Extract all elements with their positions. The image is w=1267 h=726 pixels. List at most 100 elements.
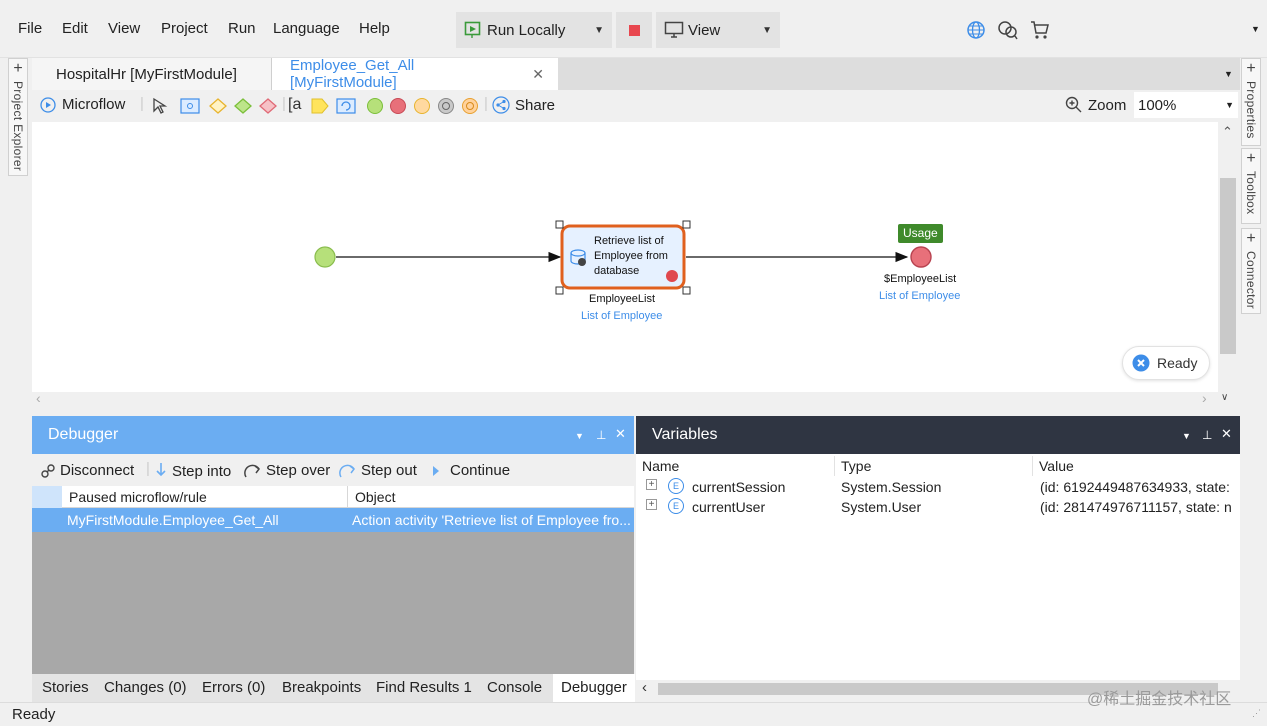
connector-rail[interactable]: + Connector xyxy=(1241,228,1261,314)
variable-name: currentSession xyxy=(692,479,786,495)
column-type[interactable]: Type xyxy=(841,458,871,474)
zoom-select[interactable]: 100% ▼ xyxy=(1134,92,1238,118)
step-into-button[interactable]: Step into xyxy=(154,462,231,480)
tab-debugger[interactable]: Debugger xyxy=(553,674,635,702)
menu-project[interactable]: Project xyxy=(161,20,208,37)
close-icon[interactable]: ✕ xyxy=(615,426,626,442)
column-value[interactable]: Value xyxy=(1039,458,1074,474)
menu-run[interactable]: Run xyxy=(228,20,256,37)
step-out-icon xyxy=(339,464,356,477)
activity-output-type: List of Employee xyxy=(581,310,663,322)
scroll-thumb[interactable] xyxy=(1220,178,1236,354)
menu-view[interactable]: View xyxy=(108,20,140,37)
variable-row[interactable]: + E currentUser System.User (id: 2814749… xyxy=(636,498,1240,518)
column-divider[interactable] xyxy=(834,456,835,476)
object-type-decision-icon[interactable] xyxy=(258,97,278,115)
share-button[interactable]: Share xyxy=(492,96,555,114)
chevron-down-icon[interactable]: ▼ xyxy=(762,25,772,36)
chevron-down-icon[interactable]: ▼ xyxy=(575,431,584,441)
expand-icon[interactable]: + xyxy=(646,499,657,510)
menu-help[interactable]: Help xyxy=(359,20,390,37)
annotation-tool[interactable]: [a xyxy=(288,96,301,114)
microflow-canvas[interactable]: Retrieve list of Employee from database … xyxy=(32,122,1218,392)
stop-button[interactable] xyxy=(616,12,652,48)
tab-breakpoints[interactable]: Breakpoints xyxy=(282,679,361,696)
column-paused-flow[interactable]: Paused microflow/rule xyxy=(69,489,207,505)
run-locally-button[interactable]: Run Locally ▼ xyxy=(456,12,612,48)
microflow-label: Microflow xyxy=(62,96,126,113)
decision-icon[interactable] xyxy=(233,97,253,115)
tab-hospitalhr[interactable]: HospitalHr [MyFirstModule] xyxy=(32,58,272,90)
tab-errors[interactable]: Errors (0) xyxy=(202,679,265,696)
project-explorer-label: Project Explorer xyxy=(11,81,25,172)
toolbar-separator: | xyxy=(282,95,286,112)
error-event-icon[interactable] xyxy=(461,97,479,115)
canvas-vertical-scrollbar[interactable]: ⌃ xyxy=(1218,122,1238,392)
chevron-down-icon[interactable]: ∨ xyxy=(1221,392,1228,403)
end-event-icon[interactable] xyxy=(389,97,407,115)
step-over-button[interactable]: Step over xyxy=(244,462,330,479)
toolbox-rail[interactable]: + Toolbox xyxy=(1241,148,1261,224)
pin-icon[interactable]: ⊥ xyxy=(596,428,606,442)
close-icon[interactable]: ✕ xyxy=(1221,426,1232,442)
chevron-right-icon[interactable]: › xyxy=(1202,390,1207,406)
cart-icon[interactable] xyxy=(1030,20,1050,40)
chevron-left-icon[interactable]: ‹ xyxy=(36,390,41,406)
parameter-icon[interactable] xyxy=(310,97,330,115)
chevron-down-icon[interactable]: ▼ xyxy=(1224,69,1233,79)
selection-handle[interactable] xyxy=(682,286,691,295)
zoom-control: Zoom xyxy=(1065,96,1126,114)
variable-row[interactable]: + E currentSession System.Session (id: 6… xyxy=(636,478,1240,498)
tab-changes[interactable]: Changes (0) xyxy=(104,679,187,696)
column-object[interactable]: Object xyxy=(355,489,395,505)
feedback-icon[interactable] xyxy=(997,20,1019,40)
ready-indicator: Ready xyxy=(1122,346,1210,380)
table-row[interactable]: MyFirstModule.Employee_Get_All Action ac… xyxy=(32,508,634,532)
zoom-in-icon[interactable] xyxy=(1065,96,1083,114)
column-divider[interactable] xyxy=(1032,456,1033,476)
tab-employee-get-all[interactable]: Employee_Get_All [MyFirstModule] ✕ xyxy=(272,57,558,91)
usage-badge[interactable]: Usage xyxy=(898,224,943,243)
start-event[interactable] xyxy=(314,246,336,268)
expand-icon[interactable]: + xyxy=(646,479,657,490)
activity-icon[interactable] xyxy=(180,97,200,115)
resize-grip-icon[interactable]: ⋰ xyxy=(1252,708,1261,719)
disconnect-button[interactable]: Disconnect xyxy=(40,462,134,479)
tab-find-results[interactable]: Find Results 1 xyxy=(376,679,472,696)
selection-handle[interactable] xyxy=(555,220,564,229)
project-explorer-rail[interactable]: + Project Explorer xyxy=(8,58,28,176)
tab-stories[interactable]: Stories xyxy=(42,679,89,696)
microflow-button[interactable]: Microflow xyxy=(40,96,125,113)
selection-handle[interactable] xyxy=(682,220,691,229)
merge-icon[interactable] xyxy=(208,97,228,115)
canvas-horizontal-scrollbar[interactable]: ‹ › ∨ xyxy=(32,390,1238,408)
chevron-left-icon[interactable]: ‹ xyxy=(642,679,647,696)
continue-button[interactable]: Continue xyxy=(430,462,510,479)
break-event-icon[interactable] xyxy=(437,97,455,115)
chevron-down-icon[interactable]: ▼ xyxy=(1182,431,1191,441)
loop-icon[interactable] xyxy=(336,97,356,115)
menu-file[interactable]: File xyxy=(18,20,42,37)
menu-edit[interactable]: Edit xyxy=(62,20,88,37)
close-icon[interactable]: ✕ xyxy=(532,66,544,83)
tab-console[interactable]: Console xyxy=(487,679,542,696)
chevron-down-icon[interactable]: ▼ xyxy=(594,25,604,36)
view-app-button[interactable]: View ▼ xyxy=(656,12,780,48)
disconnect-label: Disconnect xyxy=(60,462,135,479)
properties-rail[interactable]: + Properties xyxy=(1241,58,1261,146)
breakpoint-icon[interactable] xyxy=(666,270,678,282)
end-event[interactable] xyxy=(910,246,932,268)
pointer-icon[interactable] xyxy=(152,97,170,115)
debugger-table-header: Paused microflow/rule Object xyxy=(32,486,634,508)
chevron-down-icon[interactable]: ▼ xyxy=(1251,24,1260,34)
pin-icon[interactable]: ⊥ xyxy=(1202,428,1212,442)
column-name[interactable]: Name xyxy=(642,458,679,474)
selection-handle[interactable] xyxy=(555,286,564,295)
globe-icon[interactable] xyxy=(966,20,986,40)
menu-language[interactable]: Language xyxy=(273,20,340,37)
continue-event-icon[interactable] xyxy=(413,97,431,115)
start-event-icon[interactable] xyxy=(366,97,384,115)
step-out-button[interactable]: Step out xyxy=(339,462,417,479)
chevron-up-icon[interactable]: ⌃ xyxy=(1222,124,1233,140)
column-divider[interactable] xyxy=(347,486,348,508)
